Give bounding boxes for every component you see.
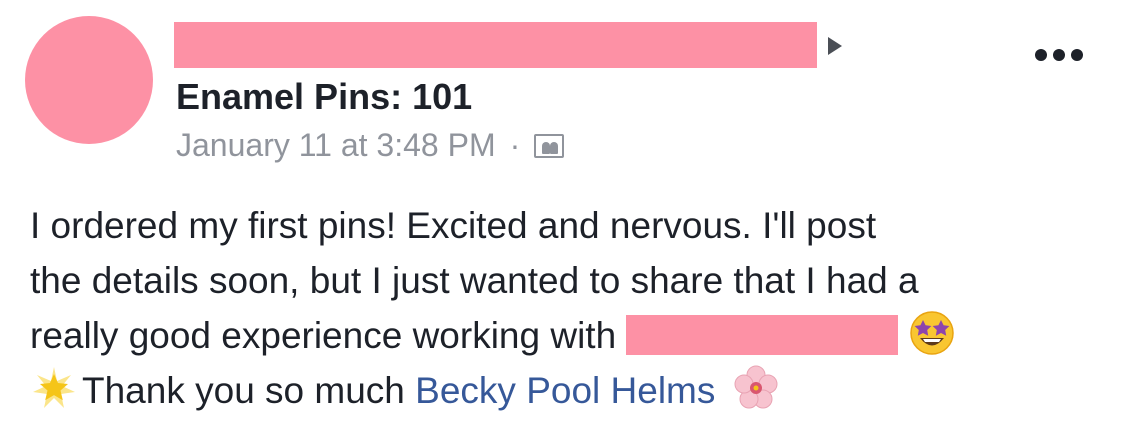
- avatar[interactable]: [25, 16, 153, 144]
- vendor-name-redacted: [626, 315, 899, 355]
- post-body-line-4: Thank you so much Becky Pool Helms: [30, 363, 1105, 418]
- cherry-blossom-emoji: [734, 365, 778, 409]
- post-body-line-3: really good experience working with: [30, 308, 1105, 363]
- star-struck-emoji: [910, 311, 955, 355]
- right-arrow-icon: [828, 37, 842, 55]
- timestamp-link[interactable]: January 11 at 3:48 PM: [176, 127, 496, 164]
- dot: [1035, 49, 1047, 61]
- author-name-redacted[interactable]: [174, 22, 817, 68]
- group-name-link[interactable]: Enamel Pins: 101: [176, 76, 472, 118]
- glowing-star-emoji: [33, 367, 75, 408]
- post-meta: January 11 at 3:48 PM ·: [176, 127, 565, 164]
- meta-separator: ·: [509, 127, 521, 163]
- post-body-line-1: I ordered my first pins! Excited and ner…: [30, 205, 877, 246]
- feed-post: Enamel Pins: 101 January 11 at 3:48 PM ·…: [0, 0, 1125, 435]
- post-body-line-3-text: really good experience working with: [30, 315, 617, 356]
- dot: [1053, 49, 1065, 61]
- post-body: I ordered my first pins! Excited and ner…: [30, 198, 1105, 418]
- post-body-line-2: the details soon, but I just wanted to s…: [30, 260, 919, 301]
- mention-link[interactable]: Becky Pool Helms: [415, 370, 715, 411]
- more-options-icon[interactable]: [1035, 49, 1083, 61]
- members-icon[interactable]: [534, 133, 565, 158]
- dot: [1071, 49, 1083, 61]
- thanks-text: Thank you so much: [82, 370, 405, 411]
